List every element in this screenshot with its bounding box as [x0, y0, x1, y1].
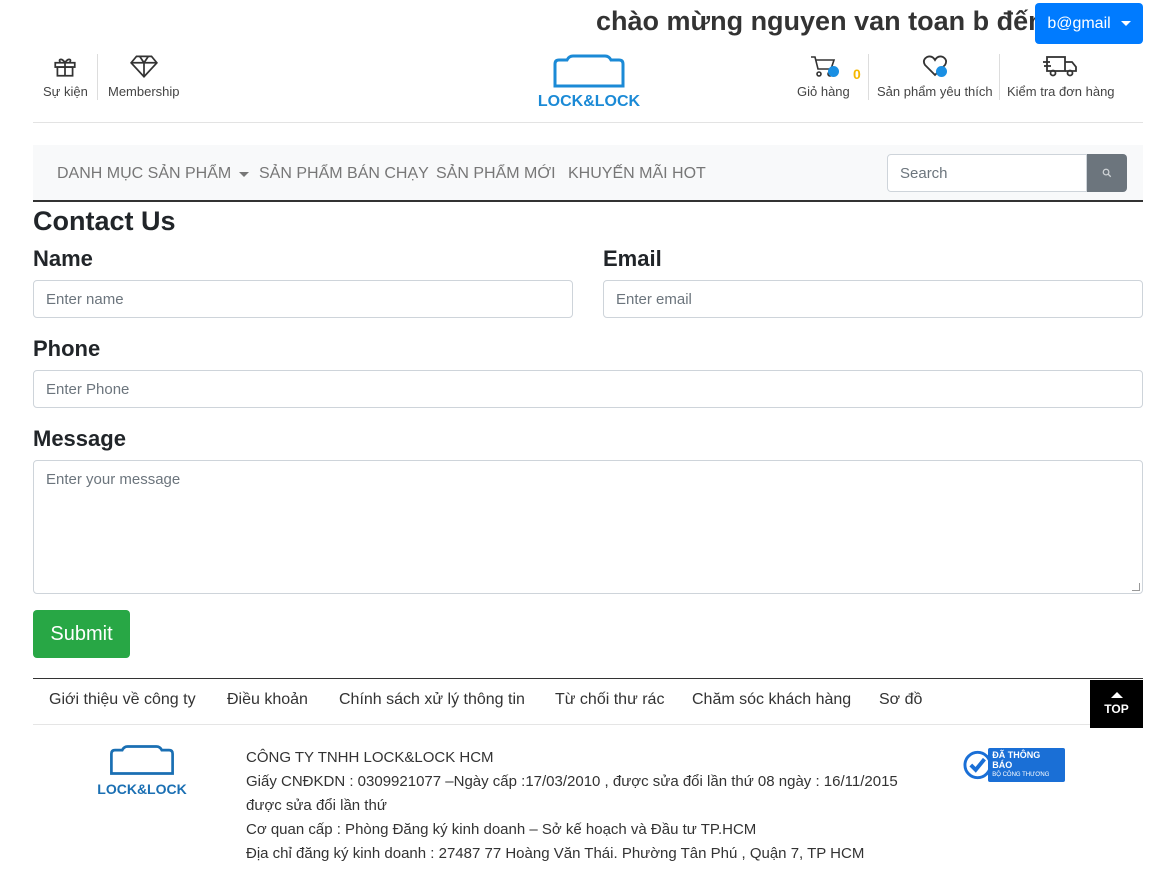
wishlist-badge-dot	[936, 66, 947, 77]
back-to-top-label: TOP	[1104, 702, 1129, 716]
footer-logo-text: LOCK&LOCK	[97, 781, 187, 797]
gift-icon	[54, 58, 77, 77]
chevron-down-icon	[1120, 21, 1131, 26]
company-amendment: được sửa đổi lần thứ	[246, 797, 387, 814]
company-address: Địa chỉ đăng ký kinh doanh : 27487 77 Ho…	[246, 845, 865, 862]
lock-lid-logo-icon	[553, 54, 625, 88]
nav-categories-dropdown[interactable]: DANH MỤC SẢN PHẨM	[57, 165, 250, 183]
ministry-registered-badge[interactable]: ĐÃ THÔNG BÁO BỘ CÔNG THƯƠNG	[963, 748, 1065, 782]
email-label: Email	[603, 246, 662, 271]
resize-handle[interactable]	[1132, 583, 1140, 591]
message-label: Message	[33, 426, 126, 451]
footer-link-customer-care[interactable]: Chăm sóc khách hàng	[692, 691, 851, 709]
membership-link[interactable]: Membership	[108, 52, 180, 99]
account-label: b@gmail	[1047, 14, 1111, 32]
events-link[interactable]: Sự kiện	[43, 52, 88, 99]
company-name: CÔNG TY TNHH LOCK&LOCK HCM	[246, 749, 494, 766]
footer-link-sitemap[interactable]: Sơ đồ	[879, 691, 922, 709]
footer-link-spam[interactable]: Từ chối thư rác	[555, 691, 664, 709]
footer-link-terms[interactable]: Điều khoản	[227, 691, 308, 709]
logo-text: LOCK&LOCK	[537, 93, 641, 110]
search-button[interactable]	[1087, 154, 1127, 192]
nav-hot-deals[interactable]: KHUYẾN MÃI HOT	[568, 165, 706, 183]
company-issuer: Cơ quan cấp : Phòng Đăng ký kinh doanh –…	[246, 821, 757, 838]
cart-label: Giỏ hàng	[797, 84, 850, 99]
wishlist-label: Sản phẩm yêu thích	[877, 84, 993, 99]
welcome-message: chào mừng nguyen van toan b đến	[596, 6, 1036, 36]
cart-link[interactable]: Giỏ hàng	[797, 52, 850, 99]
diamond-icon	[129, 55, 158, 78]
footer-link-about[interactable]: Giới thiệu về công ty	[49, 691, 196, 709]
arrow-up-icon	[1110, 692, 1123, 698]
cart-badge-dot	[828, 66, 839, 77]
header-divider	[33, 122, 1143, 123]
company-license: Giấy CNĐKDN : 0309921077 –Ngày cấp :17/0…	[246, 773, 898, 790]
badge-subtitle: BỘ CÔNG THƯƠNG	[992, 772, 1050, 778]
footer-nav: Giới thiệu về công ty Điều khoản Chính s…	[33, 678, 1143, 725]
footer-logo[interactable]: LOCK&LOCK	[94, 744, 190, 797]
page-title: Contact Us	[33, 206, 176, 236]
cart-count: 0	[853, 66, 861, 82]
nav-new-products[interactable]: SẢN PHẨM MỚI	[436, 165, 556, 183]
membership-label: Membership	[108, 84, 180, 99]
badge-title: ĐÃ THÔNG BÁO	[992, 750, 1041, 770]
submit-button[interactable]: Submit	[33, 610, 130, 658]
company-info: CÔNG TY TNHH LOCK&LOCK HCM Giấy CNĐKDN :…	[246, 746, 898, 866]
message-field[interactable]: Enter your message	[33, 460, 1143, 594]
search-icon	[1102, 168, 1112, 178]
lock-lid-logo-icon	[110, 745, 174, 775]
account-dropdown-button[interactable]: b@gmail	[1035, 3, 1143, 44]
phone-field[interactable]: Enter Phone	[33, 370, 1143, 408]
events-label: Sự kiện	[43, 84, 88, 99]
order-tracking-link[interactable]: Kiểm tra đơn hàng	[1007, 52, 1115, 99]
footer-link-privacy[interactable]: Chính sách xử lý thông tin	[339, 691, 525, 709]
wishlist-link[interactable]: Sản phẩm yêu thích	[877, 52, 993, 99]
order-tracking-label: Kiểm tra đơn hàng	[1007, 84, 1115, 99]
name-field[interactable]: Enter name	[33, 280, 573, 318]
badge-text: ĐÃ THÔNG BÁO BỘ CÔNG THƯƠNG	[988, 748, 1065, 782]
search-input[interactable]: Search	[887, 154, 1087, 192]
main-navbar: DANH MỤC SẢN PHẨM SẢN PHẨM BÁN CHẠY SẢN …	[33, 145, 1143, 202]
message-placeholder: Enter your message	[46, 471, 181, 488]
email-field[interactable]: Enter email	[603, 280, 1143, 318]
phone-label: Phone	[33, 336, 101, 361]
site-logo[interactable]: LOCK&LOCK	[533, 54, 645, 111]
truck-icon	[1042, 56, 1077, 77]
chevron-down-icon	[239, 171, 250, 177]
name-label: Name	[33, 246, 93, 271]
nav-categories-label: DANH MỤC SẢN PHẨM	[57, 165, 232, 182]
nav-best-sellers[interactable]: SẢN PHẨM BÁN CHẠY	[259, 165, 429, 183]
back-to-top-button[interactable]: TOP	[1090, 680, 1143, 728]
